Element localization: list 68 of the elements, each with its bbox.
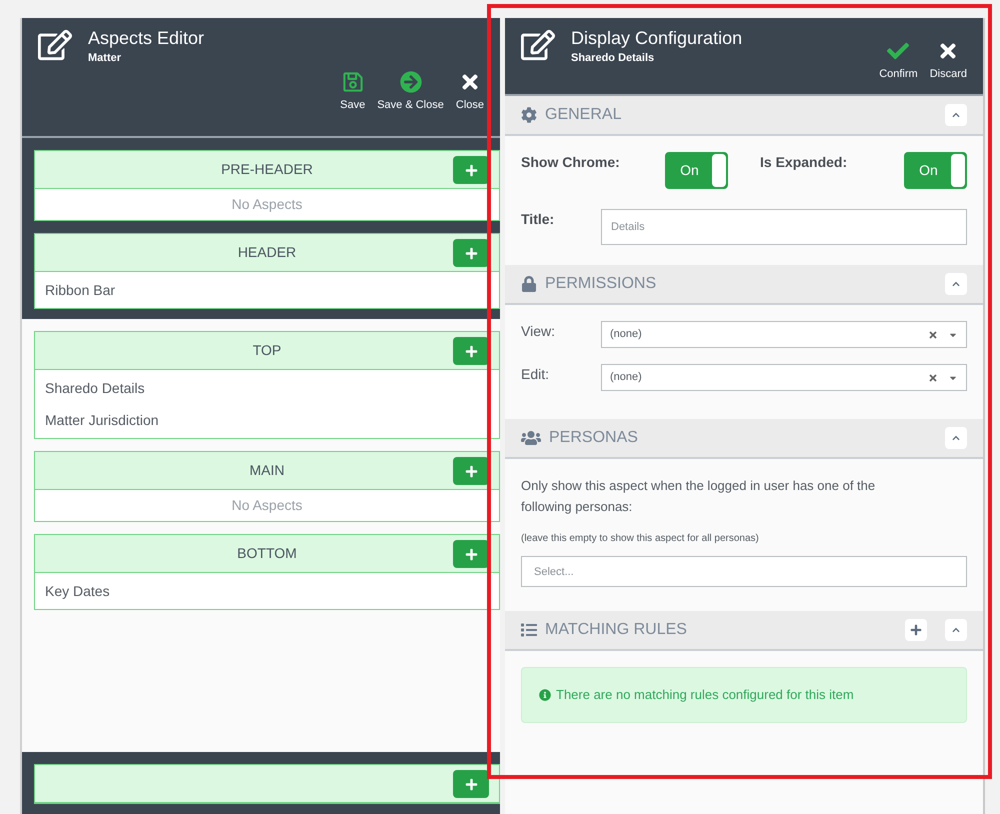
section-title: HEADER [238, 243, 296, 262]
panel-title: Aspects Editor [88, 27, 204, 50]
field-label: Is Expanded: [760, 153, 848, 172]
confirm-button[interactable]: Confirm [879, 40, 918, 82]
section-title: MAIN [250, 461, 284, 480]
chevron-up-icon [952, 626, 960, 634]
collapse-button[interactable] [945, 104, 967, 126]
field-label: View: [521, 322, 556, 341]
field-label: Show Chrome: [521, 153, 620, 172]
permission-dropdown[interactable]: (none) [601, 321, 967, 348]
permission-dropdown[interactable]: (none) [601, 364, 967, 391]
discard-button[interactable]: Discard [930, 40, 967, 82]
title-input-field[interactable]: Details [601, 209, 967, 245]
empty-message: No Aspects [232, 496, 302, 515]
clear-icon[interactable] [928, 372, 938, 382]
hint-text: (leave this empty to show this aspect for all personas) [521, 532, 760, 546]
add-button[interactable] [453, 156, 489, 184]
section-title: GENERAL [545, 105, 622, 125]
description-text: Only show this aspect when the logged in user has one of the following personas: [521, 477, 876, 516]
settings-icon [521, 107, 537, 123]
field-label: Title: [521, 210, 556, 229]
field-label: Edit: [521, 365, 550, 384]
alert-message: There are no matching rules configured for this item [556, 686, 854, 704]
panel-subtitle: Matter [88, 51, 122, 66]
chevron-up-icon [952, 434, 960, 442]
personas-select-field[interactable]: Select... [521, 556, 967, 587]
save-button[interactable]: Save [340, 70, 366, 112]
add-rule-button[interactable] [905, 619, 927, 641]
checkmark-icon [887, 40, 910, 62]
save-and-close-button[interactable]: Save & Close [377, 70, 444, 112]
add-button[interactable] [453, 770, 489, 798]
aspect-item[interactable]: Sharedo Details [35, 372, 499, 404]
section-title: TOP [252, 341, 282, 360]
collapse-button[interactable] [945, 427, 967, 449]
close-button[interactable]: Close [456, 70, 484, 112]
aspect-item[interactable]: Key Dates [35, 575, 499, 607]
users-icon [521, 430, 541, 446]
add-button[interactable] [453, 457, 489, 485]
plus-icon [910, 624, 922, 636]
section-title: PRE-HEADER [221, 160, 313, 179]
aspect-item[interactable]: Matter Jurisdiction [35, 404, 499, 436]
aspect-item[interactable]: Ribbon Bar [35, 274, 499, 306]
collapse-button[interactable] [945, 619, 967, 641]
section-title: MATCHING RULES [545, 620, 688, 640]
plus-icon [464, 548, 478, 560]
add-button[interactable] [453, 239, 489, 267]
panel-title: Display Configuration [571, 27, 742, 50]
chevron-up-icon [952, 111, 960, 119]
plus-icon [464, 246, 478, 260]
plus-icon [464, 464, 478, 478]
panel-subtitle: Sharedo Details [571, 51, 656, 66]
section-title: PERMISSIONS [545, 274, 658, 294]
edit-icon [521, 28, 555, 62]
clear-icon[interactable] [928, 330, 938, 340]
plus-icon [464, 164, 478, 176]
plus-icon [464, 344, 478, 358]
collapse-button[interactable] [945, 273, 967, 295]
add-button[interactable] [453, 540, 489, 568]
section-title: PERSONAS [549, 428, 639, 448]
section-title: BOTTOM [237, 544, 297, 563]
add-button[interactable] [453, 337, 489, 365]
lock-icon [521, 276, 537, 292]
empty-message: No Aspects [232, 195, 302, 214]
info-icon [539, 689, 551, 701]
plus-icon [464, 778, 478, 790]
chevron-up-icon [952, 280, 960, 288]
edit-icon [38, 28, 72, 62]
list-icon [521, 622, 537, 638]
